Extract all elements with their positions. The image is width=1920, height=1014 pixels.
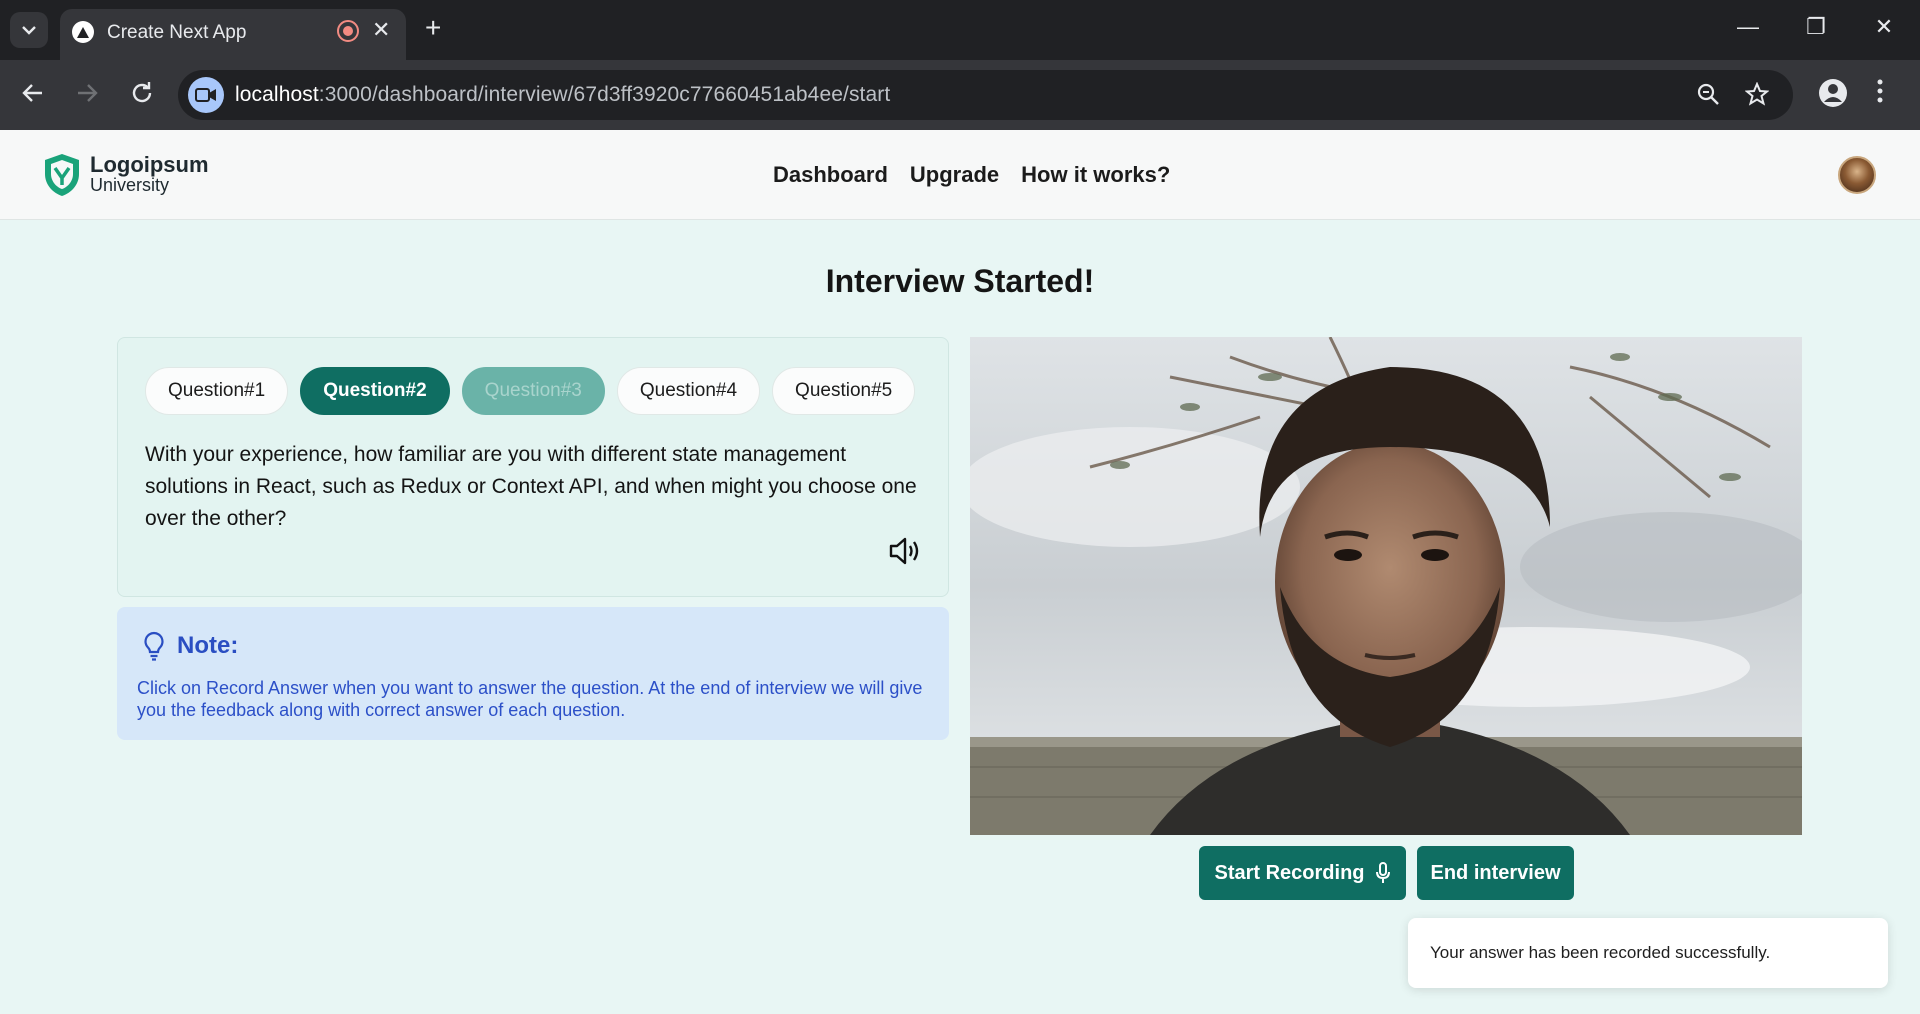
- start-recording-button[interactable]: Start Recording: [1199, 846, 1406, 900]
- restore-button[interactable]: ❐: [1801, 14, 1831, 40]
- star-icon[interactable]: [1745, 82, 1769, 106]
- question-tab-5[interactable]: Question#5: [772, 367, 916, 415]
- nav-upgrade[interactable]: Upgrade: [910, 162, 999, 188]
- toast-message: Your answer has been recorded successful…: [1430, 943, 1771, 962]
- profile-icon[interactable]: [1818, 78, 1848, 108]
- note-text: Click on Record Answer when you want to …: [137, 678, 923, 720]
- logo[interactable]: Logoipsum University: [42, 152, 209, 198]
- toast-notification: Your answer has been recorded successful…: [1408, 918, 1888, 988]
- question-tab-3[interactable]: Question#3: [461, 367, 605, 415]
- logo-name: Logoipsum: [90, 152, 209, 177]
- url-text: localhost:3000/dashboard/interview/67d3f…: [235, 83, 891, 106]
- kebab-menu-icon[interactable]: [1876, 78, 1884, 104]
- tab-title: Create Next App: [107, 22, 247, 43]
- question-card: Question#1 Question#2 Question#3 Questio…: [117, 337, 949, 597]
- lightbulb-icon: [144, 631, 164, 661]
- question-tab-1[interactable]: Question#1: [145, 367, 289, 415]
- microphone-icon: [1375, 862, 1390, 883]
- recording-icon: [337, 20, 359, 42]
- close-icon[interactable]: ✕: [372, 17, 390, 43]
- close-window-button[interactable]: ✕: [1869, 14, 1899, 40]
- main-nav: Dashboard Upgrade How it works?: [773, 162, 1170, 188]
- note-card: Note: Click on Record Answer when you wa…: [117, 607, 949, 740]
- favicon-triangle-icon: [72, 21, 94, 43]
- shield-logo-icon: [45, 154, 79, 196]
- nav-how-it-works[interactable]: How it works?: [1021, 162, 1170, 188]
- browser-tab-bar: Create Next App ✕ + — ❐ ✕: [0, 0, 1920, 60]
- camera-chip-icon[interactable]: [188, 77, 224, 113]
- logo-subtitle: University: [90, 175, 170, 195]
- question-text: With your experience, how familiar are y…: [145, 443, 917, 530]
- browser-toolbar: localhost:3000/dashboard/interview/67d3f…: [0, 60, 1920, 130]
- chevron-down-icon: [22, 26, 36, 35]
- app-header: Logoipsum University Dashboard Upgrade H…: [0, 130, 1920, 220]
- question-tab-2[interactable]: Question#2: [300, 367, 450, 415]
- webcam-feed: [970, 337, 1802, 835]
- address-bar[interactable]: localhost:3000/dashboard/interview/67d3f…: [178, 70, 1793, 120]
- question-tab-4[interactable]: Question#4: [616, 367, 761, 415]
- reload-icon[interactable]: [127, 80, 157, 106]
- avatar[interactable]: [1838, 156, 1876, 194]
- start-recording-label: Start Recording: [1214, 861, 1365, 884]
- page-title: Interview Started!: [825, 263, 1095, 299]
- tab-search-button[interactable]: [10, 12, 48, 48]
- minimize-button[interactable]: —: [1733, 14, 1763, 40]
- browser-tab[interactable]: Create Next App ✕: [60, 9, 406, 60]
- plus-icon[interactable]: +: [425, 14, 441, 42]
- forward-arrow-icon[interactable]: [72, 80, 102, 106]
- end-interview-button[interactable]: End interview: [1417, 846, 1574, 900]
- question-tabs: Question#1 Question#2 Question#3 Questio…: [145, 367, 916, 415]
- note-title: Note:: [177, 632, 239, 659]
- nav-dashboard[interactable]: Dashboard: [773, 162, 888, 188]
- speaker-icon[interactable]: [888, 536, 922, 566]
- zoom-icon[interactable]: [1696, 82, 1720, 106]
- back-arrow-icon[interactable]: [18, 80, 48, 106]
